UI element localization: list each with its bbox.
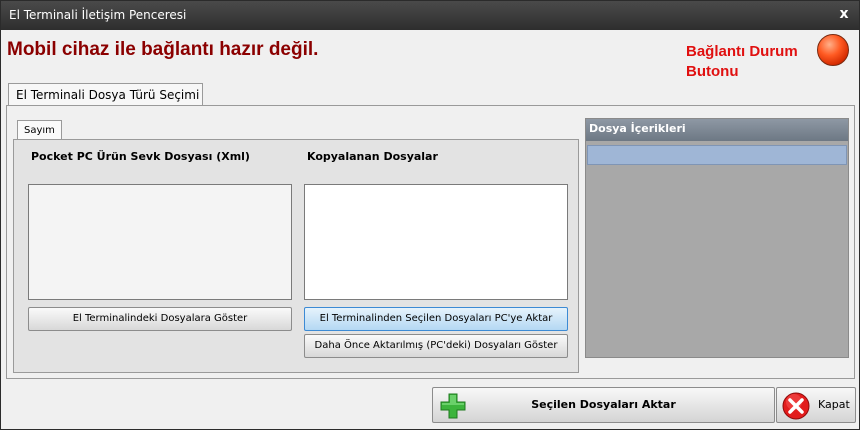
show-terminal-files-button[interactable]: El Terminalindeki Dosyalara Göster — [28, 307, 292, 331]
file-contents-header: Dosya İçerikleri — [586, 119, 848, 141]
window-close-icon[interactable]: x — [835, 5, 853, 23]
terminal-communication-window: El Terminali İletişim Penceresi x Mobil … — [0, 0, 860, 430]
x-icon — [782, 392, 810, 420]
title-bar: El Terminali İletişim Penceresi x — [1, 1, 859, 30]
close-window-label: Kapat — [818, 398, 850, 411]
show-transferred-files-button[interactable]: Daha Önce Aktarılmış (PC'deki) Dosyaları… — [304, 334, 568, 358]
tab-file-type-selection[interactable]: El Terminali Dosya Türü Seçimi — [8, 83, 203, 106]
connection-status-message: Mobil cihaz ile bağlantı hazır değil. — [7, 39, 319, 60]
status-indicator-icon[interactable] — [817, 34, 849, 66]
copied-files-header: Kopyalanan Dosyalar — [307, 150, 438, 163]
transfer-selected-files-button[interactable]: Seçilen Dosyaları Aktar — [432, 387, 775, 423]
file-contents-panel[interactable]: Dosya İçerikleri — [585, 118, 849, 358]
tab-sayim[interactable]: Sayım — [17, 120, 62, 140]
pocket-pc-files-header: Pocket PC Ürün Sevk Dosyası (Xml) — [31, 150, 250, 163]
file-contents-selected-row[interactable] — [587, 145, 847, 165]
transfer-selected-files-label: Seçilen Dosyaları Aktar — [531, 398, 676, 411]
connection-status-label-line1: Bağlantı Durum — [686, 43, 798, 60]
connection-status-label-line2: Butonu — [686, 63, 739, 80]
pocket-pc-files-list[interactable] — [28, 184, 292, 300]
transfer-to-pc-button[interactable]: El Terminalinden Seçilen Dosyaları PC'ye… — [304, 307, 568, 331]
connection-status-label: Bağlantı Durum Butonu — [686, 42, 816, 82]
window-title: El Terminali İletişim Penceresi — [9, 8, 187, 22]
close-window-button[interactable]: Kapat — [776, 387, 856, 423]
copied-files-list[interactable] — [304, 184, 568, 300]
